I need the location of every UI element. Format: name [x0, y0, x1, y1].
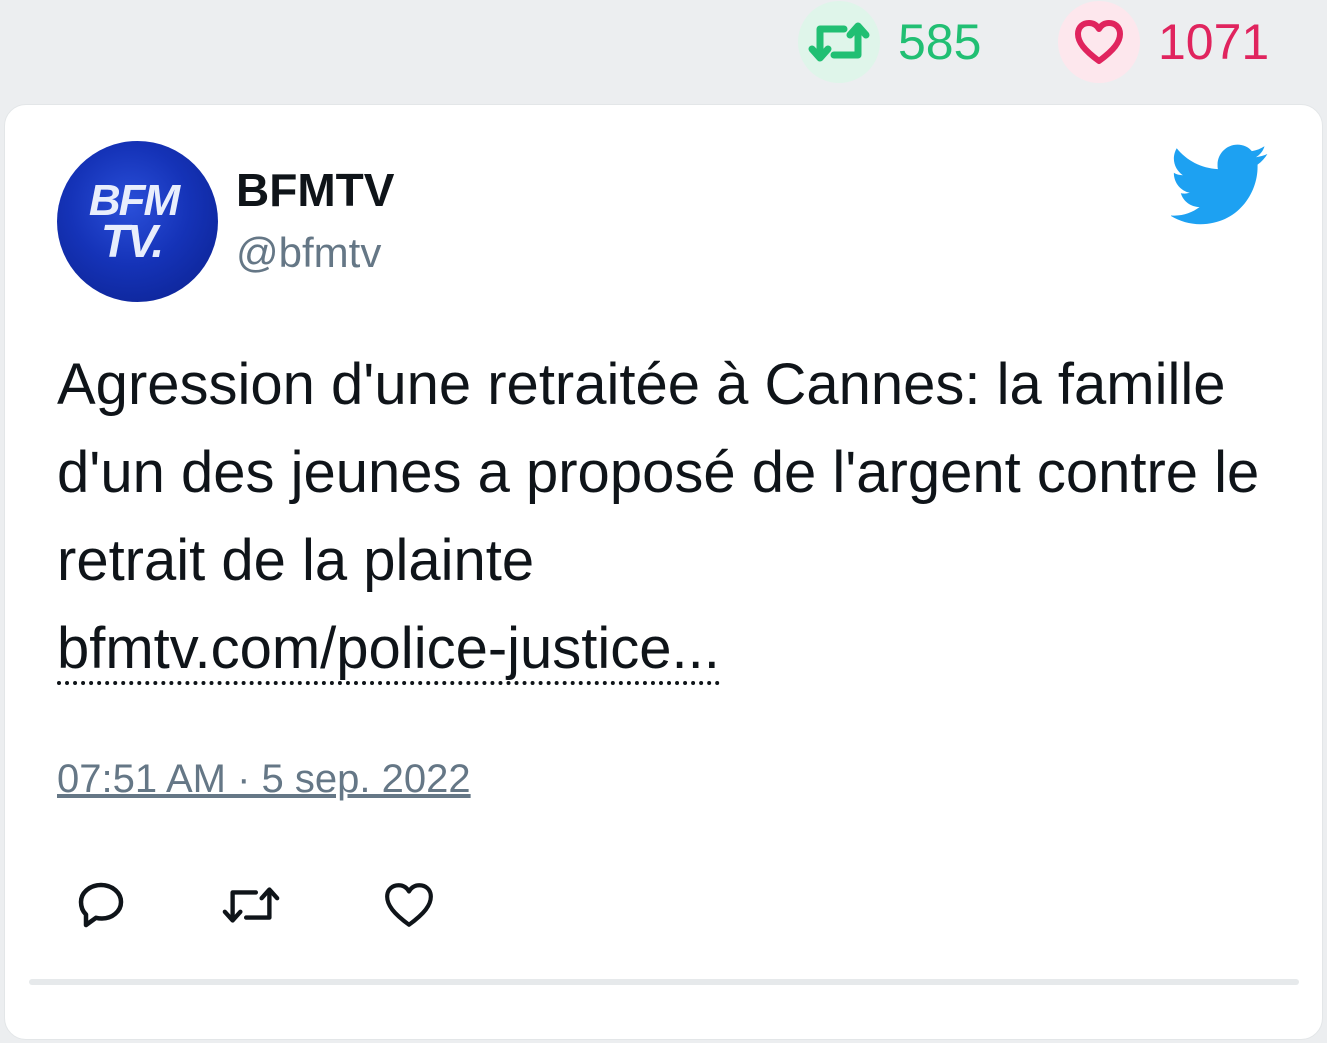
author-handle[interactable]: @bfmtv	[236, 229, 381, 277]
retweet-button[interactable]	[221, 875, 281, 935]
reply-button[interactable]	[71, 875, 131, 935]
avatar-logo-line-2: TV.	[100, 214, 164, 267]
avatar[interactable]: BFM TV.	[57, 141, 218, 302]
engagement-stats: 585 1071	[0, 0, 1327, 100]
like-button[interactable]	[379, 875, 439, 935]
like-stat[interactable]: 1071	[1058, 0, 1269, 84]
retweet-icon	[798, 1, 880, 83]
retweet-stat[interactable]: 585	[798, 0, 981, 84]
retweet-count: 585	[898, 14, 982, 70]
tweet-body: Agression d'une retraitée à Cannes: la f…	[57, 352, 1260, 593]
author-name[interactable]: BFMTV	[236, 163, 394, 217]
heart-icon	[1058, 1, 1140, 83]
twitter-bird-icon[interactable]	[1171, 143, 1269, 227]
tweet-timestamp[interactable]: 07:51 AM · 5 sep. 2022	[57, 757, 471, 802]
like-icon	[385, 883, 433, 927]
divider	[29, 979, 1299, 985]
reply-icon	[78, 882, 124, 928]
tweet-link[interactable]: bfmtv.com/police-justice...	[57, 616, 720, 685]
like-count: 1071	[1158, 14, 1270, 70]
tweet-text: Agression d'une retraitée à Cannes: la f…	[57, 341, 1277, 693]
retweet-icon	[222, 887, 280, 923]
tweet-card: BFM TV. BFMTV @bfmtv Agression d'une ret…	[4, 104, 1323, 1040]
